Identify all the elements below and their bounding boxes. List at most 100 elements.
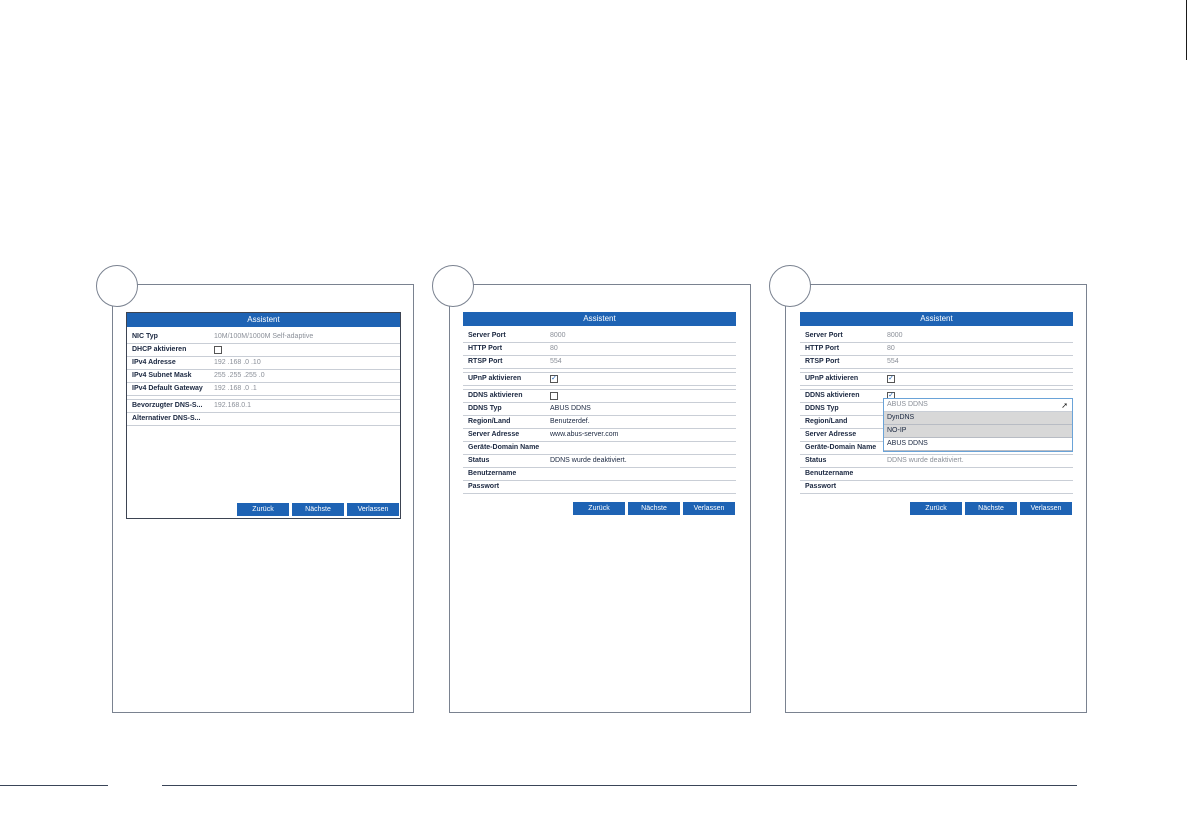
row-username: Benutzername [800,468,1073,481]
row-label: UPnP aktivieren [468,375,522,382]
ddns-checkbox[interactable] [550,392,558,400]
row-rtsp-port: RTSP Port 554 [463,356,736,369]
row-value: 10M/100M/1000M Self-adaptive [214,333,314,340]
next-button[interactable]: Nächste [628,502,680,515]
dropdown-option-abus-ddns[interactable]: ABUS DDNS [884,438,1072,451]
preferred-dns-input[interactable]: 192.168.0.1 [214,400,251,412]
row-label: Region/Land [805,418,848,425]
row-label: HTTP Port [805,345,840,352]
row-upnp: UPnP aktivieren ✓ [800,373,1073,386]
row-server-port: Server Port 8000 [463,330,736,343]
dialog-title: Assistent [127,313,400,327]
page-corner-mark [1186,0,1187,60]
row-server-address: Server Adresse www.abus-server.com [463,429,736,442]
ipv4-subnet-input[interactable]: 255 .255 .255 .0 [214,370,265,382]
dropdown-option-noip[interactable]: NO-IP [884,425,1072,438]
wizard-dialog-ddns: Assistent Server Port 8000 HTTP Port 80 … [800,312,1073,517]
row-label: IPv4 Adresse [132,359,176,366]
row-ddns-type: DDNS Typ ABUS DDNS [463,403,736,416]
exit-button[interactable]: Verlassen [347,503,399,516]
row-label: IPv4 Default Gateway [132,385,203,392]
row-dhcp: DHCP aktivieren [127,344,400,357]
dropdown-option-dyndns[interactable]: DynDNS [884,412,1072,425]
row-label: NIC Typ [132,333,158,340]
row-label: Passwort [805,483,837,490]
row-status: Status DDNS wurde deaktiviert. [800,455,1073,468]
wizard-dialog-network: Assistent NIC Typ 10M/100M/1000M Self-ad… [126,312,401,519]
step-2-circle [432,265,474,307]
ddns-type-selected[interactable]: ABUS DDNS ➚ [884,399,1072,412]
row-label: HTTP Port [468,345,503,352]
row-http-port: HTTP Port 80 [463,343,736,356]
server-port-input[interactable]: 8000 [887,330,903,342]
wizard-dialog-ports: Assistent Server Port 8000 HTTP Port 80 … [463,312,736,517]
row-label: Benutzername [468,470,517,477]
row-ipv4-gateway: IPv4 Default Gateway 192 .168 .0 .1 [127,383,400,396]
row-password: Passwort [800,481,1073,494]
ipv4-address-input[interactable]: 192 .168 .0 .10 [214,357,261,369]
row-label: Server Port [805,332,843,339]
row-label: Geräte-Domain Name [805,444,877,451]
exit-button[interactable]: Verlassen [683,502,735,515]
ddns-type-dropdown[interactable]: ABUS DDNS ➚ DynDNS NO-IP ABUS DDNS [883,398,1073,452]
row-ipv4-subnet: IPv4 Subnet Mask 255 .255 .255 .0 [127,370,400,383]
row-label: UPnP aktivieren [805,375,859,382]
row-ipv4-address: IPv4 Adresse 192 .168 .0 .10 [127,357,400,370]
footer-rule-right [162,785,1077,786]
dialog-title: Assistent [463,312,736,326]
row-label: IPv4 Subnet Mask [132,372,192,379]
row-label: Server Adresse [805,431,857,438]
status-text: DDNS wurde deaktiviert. [887,457,964,464]
status-text: DDNS wurde deaktiviert. [550,457,627,464]
row-label: DDNS aktivieren [805,392,860,399]
row-label: RTSP Port [468,358,503,365]
row-label: DDNS aktivieren [468,392,523,399]
next-button[interactable]: Nächste [965,502,1017,515]
http-port-input[interactable]: 80 [550,343,558,355]
row-rtsp-port: RTSP Port 554 [800,356,1073,369]
row-server-port: Server Port 8000 [800,330,1073,343]
back-button[interactable]: Zurück [573,502,625,515]
ipv4-gateway-input[interactable]: 192 .168 .0 .1 [214,383,257,395]
step-3-circle [769,265,811,307]
step-1-circle [96,265,138,307]
server-address-input[interactable]: www.abus-server.com [550,429,618,441]
row-region: Region/Land Benutzerdef. [463,416,736,429]
upnp-checkbox[interactable]: ✓ [550,375,558,383]
dropdown-selected-value: ABUS DDNS [887,401,928,408]
row-upnp: UPnP aktivieren ✓ [463,373,736,386]
row-label: RTSP Port [805,358,840,365]
back-button[interactable]: Zurück [237,503,289,516]
next-button[interactable]: Nächste [292,503,344,516]
row-http-port: HTTP Port 80 [800,343,1073,356]
back-button[interactable]: Zurück [910,502,962,515]
exit-button[interactable]: Verlassen [1020,502,1072,515]
dhcp-checkbox[interactable] [214,346,222,354]
http-port-input[interactable]: 80 [887,343,895,355]
ddns-type-select[interactable]: ABUS DDNS [550,403,591,415]
row-nic-type: NIC Typ 10M/100M/1000M Self-adaptive [127,331,400,344]
row-label: Geräte-Domain Name [468,444,540,451]
row-username: Benutzername [463,468,736,481]
dialog-title: Assistent [800,312,1073,326]
row-domain-name: Geräte-Domain Name [463,442,736,455]
upnp-checkbox[interactable]: ✓ [887,375,895,383]
row-label: Server Port [468,332,506,339]
row-alternate-dns: Alternativer DNS-S... [127,413,400,426]
footer-rule-left [0,785,108,786]
row-label: Status [805,457,827,464]
row-ddns-enable: DDNS aktivieren [463,390,736,403]
rtsp-port-input[interactable]: 554 [887,356,899,368]
row-label: DDNS Typ [805,405,839,412]
region-select[interactable]: Benutzerdef. [550,416,590,428]
row-label: Benutzername [805,470,854,477]
server-port-input[interactable]: 8000 [550,330,566,342]
row-password: Passwort [463,481,736,494]
row-label: DDNS Typ [468,405,502,412]
row-label: Server Adresse [468,431,520,438]
row-preferred-dns: Bevorzugter DNS-S... 192.168.0.1 [127,400,400,413]
row-label: Region/Land [468,418,511,425]
rtsp-port-input[interactable]: 554 [550,356,562,368]
mouse-cursor-icon: ➚ [1061,401,1068,410]
row-label: Status [468,457,490,464]
